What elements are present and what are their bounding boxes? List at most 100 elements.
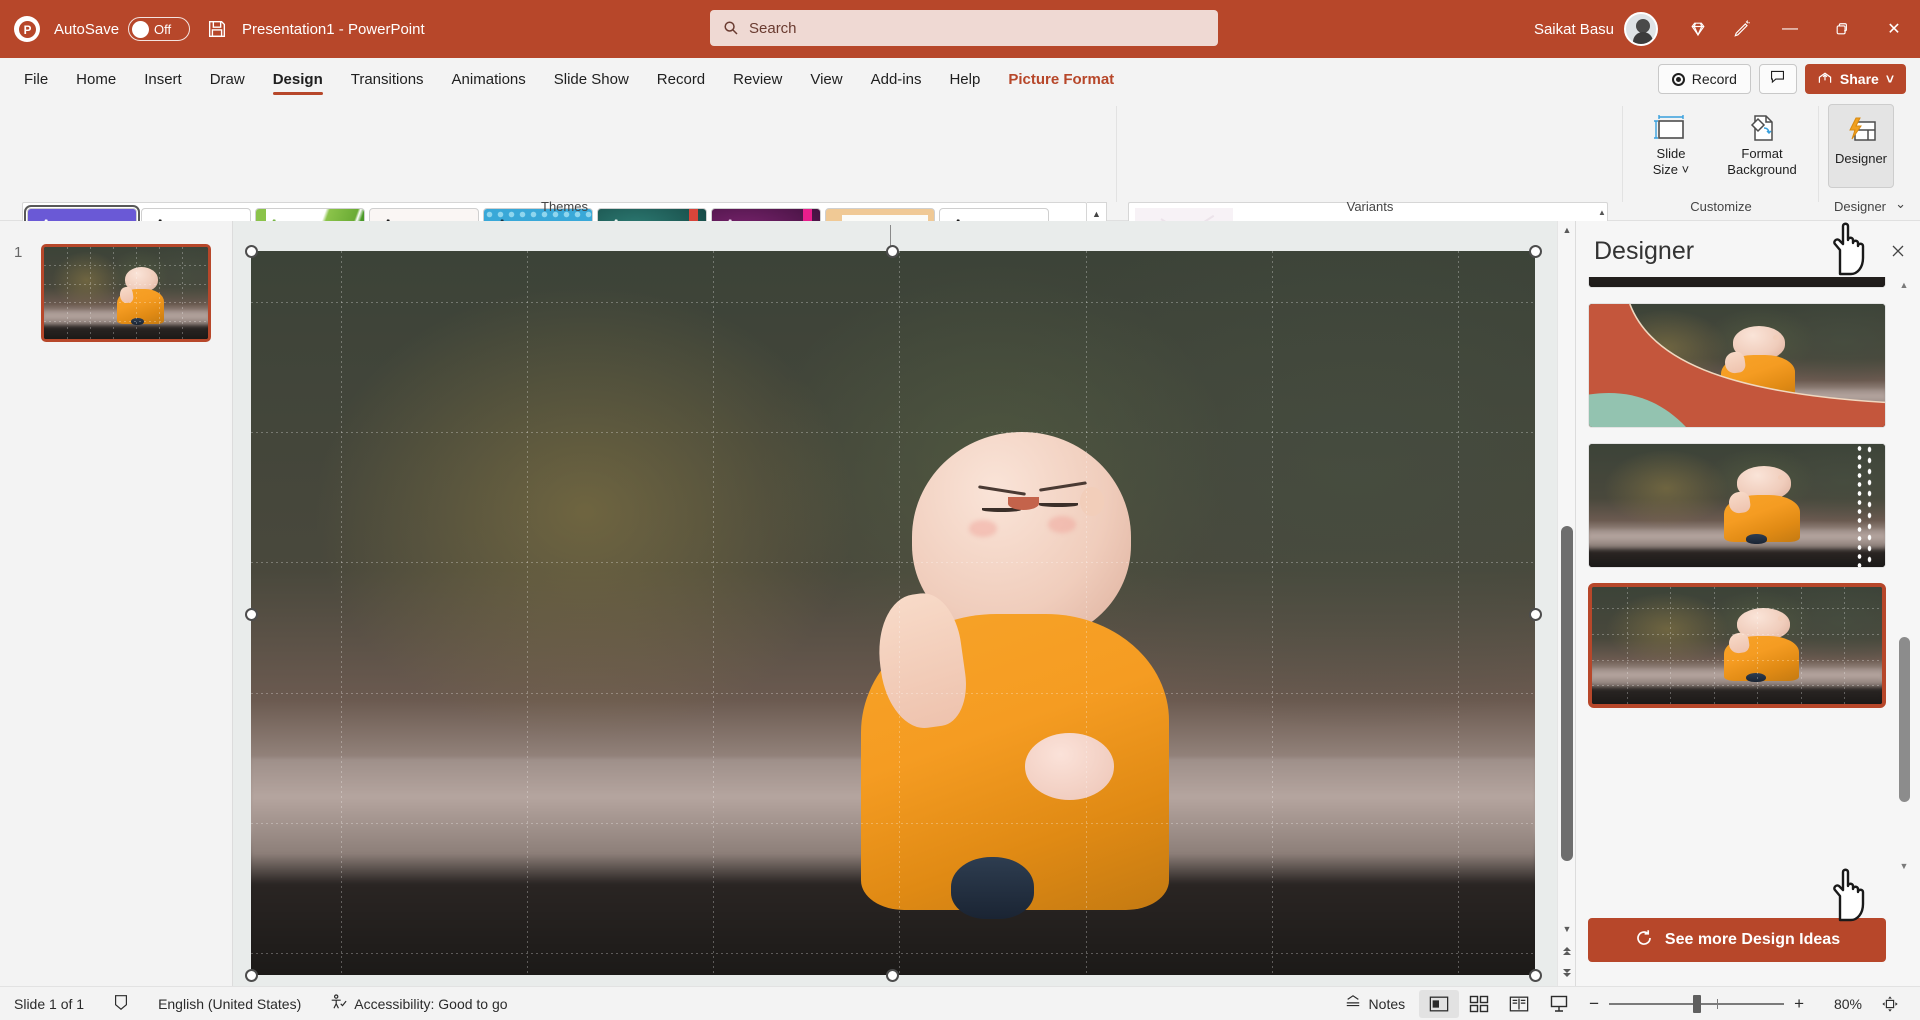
selection-handle-top-right[interactable] [1529,245,1542,258]
close-button[interactable]: ✕ [1868,0,1920,58]
notes-button[interactable]: Notes [1330,989,1420,1019]
tab-review[interactable]: Review [719,62,796,96]
save-icon[interactable] [206,18,228,40]
pen-feedback-icon[interactable] [1720,9,1764,49]
selection-handle-top-left[interactable] [245,245,258,258]
selection-handle-middle-right[interactable] [1529,608,1542,621]
user-name[interactable]: Saikat Basu [1534,21,1614,38]
status-bar-right-group: Notes − + 80% [1330,989,1920,1019]
slide-sorter-view-button[interactable] [1459,990,1499,1018]
canvas-vertical-scrollbar[interactable]: ▲ ▼ [1557,221,1575,986]
comments-button[interactable] [1758,64,1797,94]
powerpoint-logo-icon: P [14,16,40,42]
design-idea-4[interactable] [1588,583,1886,708]
design-idea-3-dotted-divider [1856,444,1863,567]
search-placeholder: Search [749,19,797,37]
notes-caret-icon [1344,994,1362,1013]
selection-handle-middle-left[interactable] [245,608,258,621]
see-more-design-ideas-button[interactable]: See more Design Ideas [1588,918,1886,962]
designer-pane: Designer ▲ ▼ See more Design Ideas [1575,221,1920,986]
selection-handle-bottom-center[interactable] [886,969,899,982]
zoom-slider-handle[interactable] [1693,994,1702,1013]
autosave-knob [132,20,150,38]
design-ideas-list [1588,277,1886,876]
design-ideas-scroll-up[interactable]: ▲ [1896,277,1912,293]
slide-status[interactable]: Slide 1 of 1 [0,989,98,1019]
tab-help[interactable]: Help [935,62,994,96]
group-label-variants: Variants [1346,199,1394,214]
tab-insert[interactable]: Insert [130,62,196,96]
language-button[interactable]: English (United States) [144,989,315,1019]
slide-show-button[interactable] [1539,990,1579,1018]
notes-label: Notes [1368,995,1406,1012]
selection-handle-bottom-right[interactable] [1529,969,1542,982]
diamond-icon[interactable] [1676,9,1720,49]
tab-picture-format[interactable]: Picture Format [994,62,1128,96]
chevron-down-icon: ˅ [1681,162,1690,178]
zoom-out-button[interactable]: − [1589,994,1599,1014]
format-background-label-line1: Format [1741,146,1783,161]
reading-view-button[interactable] [1499,990,1539,1018]
powerpoint-window: P AutoSave Off Presentation1 - PowerPoin… [0,0,1920,1020]
designer-lightning-icon [1844,113,1878,151]
tab-record[interactable]: Record [643,62,719,96]
previous-slide-button[interactable] [1558,942,1576,960]
accessibility-button[interactable]: Accessibility: Good to go [315,989,521,1019]
selection-handle-top-center[interactable] [886,245,899,258]
autosave-toggle[interactable]: Off [128,17,191,41]
tab-view[interactable]: View [796,62,856,96]
designer-ribbon-button[interactable]: Designer [1828,104,1894,188]
slide-size-button[interactable]: Slide Size ˅ [1632,104,1710,179]
design-idea-3[interactable] [1588,443,1886,568]
design-ideas-scroll-down[interactable]: ▼ [1896,858,1912,874]
design-idea-3-dotted-divider-2 [1866,444,1873,567]
ribbon-collapse-button[interactable]: ⌄ [1895,196,1906,212]
scroll-up-button[interactable]: ▲ [1558,221,1576,239]
zoom-level-label[interactable]: 80% [1814,996,1862,1012]
close-icon[interactable] [1890,243,1906,264]
design-ideas-scrollbar[interactable]: ▲ ▼ [1896,277,1912,874]
slide-size-icon [1654,110,1688,146]
selection-handle-bottom-left[interactable] [245,969,258,982]
share-button[interactable]: Share ˅ [1804,64,1906,94]
design-idea-2-shape [1589,304,1885,427]
tab-file[interactable]: File [10,62,62,96]
design-idea-2[interactable] [1588,303,1886,428]
zoom-slider[interactable]: − + [1589,994,1804,1014]
tab-add-ins[interactable]: Add-ins [857,62,936,96]
avatar[interactable] [1624,12,1658,46]
next-slide-button[interactable] [1558,964,1576,982]
tab-slide-show[interactable]: Slide Show [540,62,643,96]
document-title: Presentation1 - PowerPoint [242,20,425,38]
tab-transitions[interactable]: Transitions [337,62,438,96]
design-idea-1[interactable] [1588,277,1886,288]
autosave-state: Off [154,21,172,37]
tab-design[interactable]: Design [259,62,337,96]
spell-check-button[interactable] [98,989,144,1019]
monk-figurine [854,432,1175,920]
minimize-button[interactable]: — [1764,0,1816,58]
format-background-icon [1746,110,1778,146]
tab-draw[interactable]: Draw [196,62,259,96]
record-button-label: Record [1691,71,1737,87]
tab-home[interactable]: Home [62,62,130,96]
see-more-design-ideas-label: See more Design Ideas [1664,931,1841,948]
zoom-slider-track[interactable] [1609,994,1785,1013]
design-ideas-scroll-thumb[interactable] [1899,637,1910,802]
slide-editing-surface[interactable] [251,251,1535,975]
normal-view-button[interactable] [1419,989,1460,1018]
format-background-button[interactable]: Format Background [1714,104,1810,179]
tab-animations[interactable]: Animations [438,62,540,96]
record-button[interactable]: Record [1657,64,1751,94]
ribbon: Aa Aa Aa Aa [0,96,1920,274]
scrollbar-thumb[interactable] [1561,526,1573,861]
language-label: English (United States) [158,995,302,1012]
fit-to-window-button[interactable] [1870,990,1910,1018]
slide-thumbnail-1[interactable] [41,244,211,342]
search-box[interactable]: Search [710,10,1218,46]
restore-button[interactable] [1816,0,1868,58]
zoom-in-button[interactable]: + [1794,994,1804,1014]
scroll-down-button[interactable]: ▼ [1558,920,1576,938]
monk-foot [950,857,1035,920]
comment-icon [1769,68,1786,90]
